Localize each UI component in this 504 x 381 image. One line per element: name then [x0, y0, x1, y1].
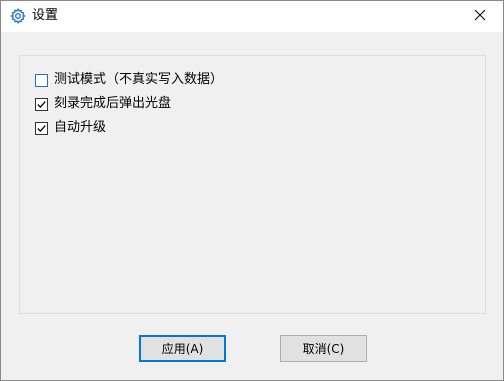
settings-dialog: 设置 测试模式（不真实写入数据） 刻录完成后弹出光盘 自动升级 应用(A) 取消…	[0, 0, 504, 381]
auto-upgrade-checkbox[interactable]: 自动升级	[35, 120, 106, 136]
cancel-button[interactable]: 取消(C)	[280, 335, 367, 362]
test-mode-checkbox[interactable]: 测试模式（不真实写入数据）	[35, 72, 223, 88]
title-bar[interactable]: 设置	[1, 1, 503, 32]
close-button[interactable]	[457, 1, 503, 32]
apply-button[interactable]: 应用(A)	[139, 335, 226, 362]
gear-icon	[10, 8, 26, 24]
dialog-title: 设置	[32, 8, 59, 23]
close-icon	[474, 9, 486, 25]
eject-disc-checkbox[interactable]: 刻录完成后弹出光盘	[35, 96, 171, 112]
checkbox-checked-icon[interactable]	[35, 97, 48, 111]
test-mode-label: 测试模式（不真实写入数据）	[54, 72, 224, 87]
checkbox-unchecked-icon[interactable]	[35, 73, 48, 87]
checkbox-checked-icon[interactable]	[35, 121, 48, 135]
eject-disc-label: 刻录完成后弹出光盘	[54, 96, 172, 111]
options-panel: 测试模式（不真实写入数据） 刻录完成后弹出光盘 自动升级	[19, 55, 486, 314]
auto-upgrade-label: 自动升级	[54, 120, 107, 135]
